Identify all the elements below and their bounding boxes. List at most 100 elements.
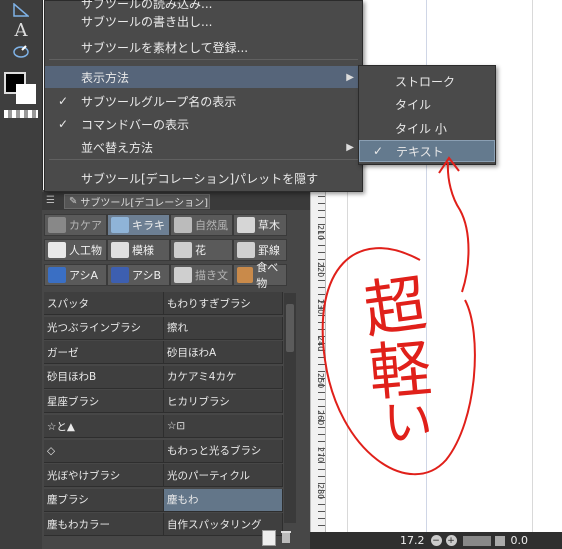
menu-item-label: 表示方法 [81,70,130,85]
menu-item[interactable]: サブツール[デコレーション]パレットを隠す [45,167,362,189]
menu-item[interactable]: サブツールの書き出し... [45,10,362,32]
menu-item[interactable]: 並べ替え方法 ▶ [45,136,362,158]
palette-tab[interactable]: ✎ サブツール[デコレーション] [64,194,210,209]
text-icon[interactable]: A [4,20,38,41]
ruler-tick [318,378,325,379]
ruler-tick [318,420,325,421]
submenu-item[interactable]: ストローク [359,70,495,92]
brush-item[interactable]: 光のパーティクル [164,464,283,488]
zoom-slider[interactable] [462,535,491,546]
sub-color-swatch[interactable] [16,84,36,104]
group-label: カケア [69,219,102,232]
brush-item[interactable]: ☆と▲ [44,415,164,438]
group-button[interactable]: 自然風 [170,214,233,236]
group-button[interactable]: 描き文 [170,264,233,286]
zoom-out-icon[interactable]: − [430,535,442,546]
group-button[interactable]: キラキ [107,214,170,236]
brush-item[interactable]: ◇ [44,439,164,463]
menu-item[interactable]: ✓ コマンドバーの表示 [45,113,362,135]
submenu-item[interactable]: タイル [359,93,495,115]
brush-item[interactable]: もわっと光るブラシ [164,439,283,463]
brush-item[interactable]: 光ぼやけブラシ [44,464,164,488]
ruler-icon[interactable] [4,0,38,20]
menu-item[interactable]: ✓ サブツールグループ名の表示 [45,90,362,112]
submenu-arrow-icon: ▶ [346,71,354,83]
ruler-tick [318,497,325,498]
group-icon [237,217,255,233]
ruler-tick [318,364,325,365]
scroll-thumb[interactable] [286,304,294,352]
brush-item[interactable]: ヒカリブラシ [164,390,283,414]
trash-icon[interactable] [280,530,292,544]
zoom-in-icon[interactable]: + [445,535,457,546]
group-label: 罫線 [258,244,280,257]
brush-item[interactable]: 塵ブラシ [44,488,164,512]
balloon-icon[interactable] [4,42,38,62]
brush-item[interactable]: 塵もわ [164,488,283,512]
ruler-tick [318,448,325,449]
group-icon [111,217,129,233]
ruler-tick [318,406,325,407]
ruler-tick [318,462,325,463]
group-button[interactable]: 花 [170,239,233,261]
new-subtool-icon[interactable] [262,530,276,546]
ruler-tick [318,196,325,197]
ruler-tick [318,483,325,484]
ruler-tick [318,371,325,372]
menu-item-label: コマンドバーの表示 [81,117,190,132]
vertical-ruler: 210220230240250260270280 [310,190,326,535]
group-button[interactable]: アシB [107,264,170,286]
ruler-tick [318,315,325,316]
display-method-submenu: ストロークタイルタイル 小 ✓ テキスト [358,65,496,165]
group-button[interactable]: 罫線 [233,239,287,261]
brush-item[interactable]: 星座ブラシ [44,390,164,414]
brush-item[interactable]: もわりすぎブラシ [164,292,283,315]
group-label: 描き文 [195,269,228,282]
ruler-tick [318,308,325,309]
brush-item[interactable]: 砂目ほわA [164,341,283,365]
submenu-item[interactable]: タイル 小 [359,117,495,139]
submenu-item[interactable]: ✓ テキスト [359,140,495,162]
brush-item[interactable]: 砂目ほわB [44,365,164,389]
group-label: 人工物 [69,244,102,257]
ruler-tick [318,322,325,323]
brush-item[interactable]: ガーゼ [44,341,164,365]
menu-item[interactable]: 表示方法 ▶ [45,66,362,88]
transparent-swatch[interactable] [4,110,38,118]
group-label: 模様 [132,244,154,257]
group-button[interactable]: 人工物 [44,239,107,261]
brush-item[interactable]: スパッタ [44,292,164,315]
ruler-tick [318,392,325,393]
brush-item[interactable]: 擦れ [164,316,283,340]
brush-item[interactable]: ☆⊡ [164,415,283,438]
brush-item[interactable]: カケアミ4カケ [164,365,283,389]
ruler-tick [318,231,325,232]
submenu-item-label: テキスト [396,144,444,159]
group-icon [174,267,192,283]
group-button[interactable]: アシA [44,264,107,286]
ruler-tick [318,273,325,274]
group-icon [48,267,66,283]
submenu-item-label: タイル [395,97,432,112]
menu-item-label: サブツールの書き出し... [81,14,213,29]
brush-item[interactable]: 塵もわカラー [44,513,164,537]
rotation-value: 0.0 [510,534,529,547]
group-button[interactable]: カケア [44,214,107,236]
ruler-tick [318,203,325,204]
group-button[interactable]: 草木 [233,214,287,236]
ruler-tick [318,441,325,442]
status-bar: 17.2 − + 0.0 [310,532,562,549]
group-button[interactable]: 食べ物 [233,261,287,290]
ruler-tick [318,252,325,253]
group-button[interactable]: 模様 [107,239,170,261]
ruler-tick [318,280,325,281]
group-label: 花 [195,244,206,257]
group-icon [237,267,254,283]
palette-menu-icon[interactable]: ☰ [46,195,55,206]
menu-item-label: サブツールグループ名の表示 [81,94,237,109]
fit-icon[interactable] [494,535,505,546]
ruler-tick [318,455,325,456]
ruler-tick [318,434,325,435]
menu-item[interactable]: サブツールを素材として登録... [45,36,362,58]
brush-item[interactable]: 光つぶラインブラシ [44,316,164,340]
